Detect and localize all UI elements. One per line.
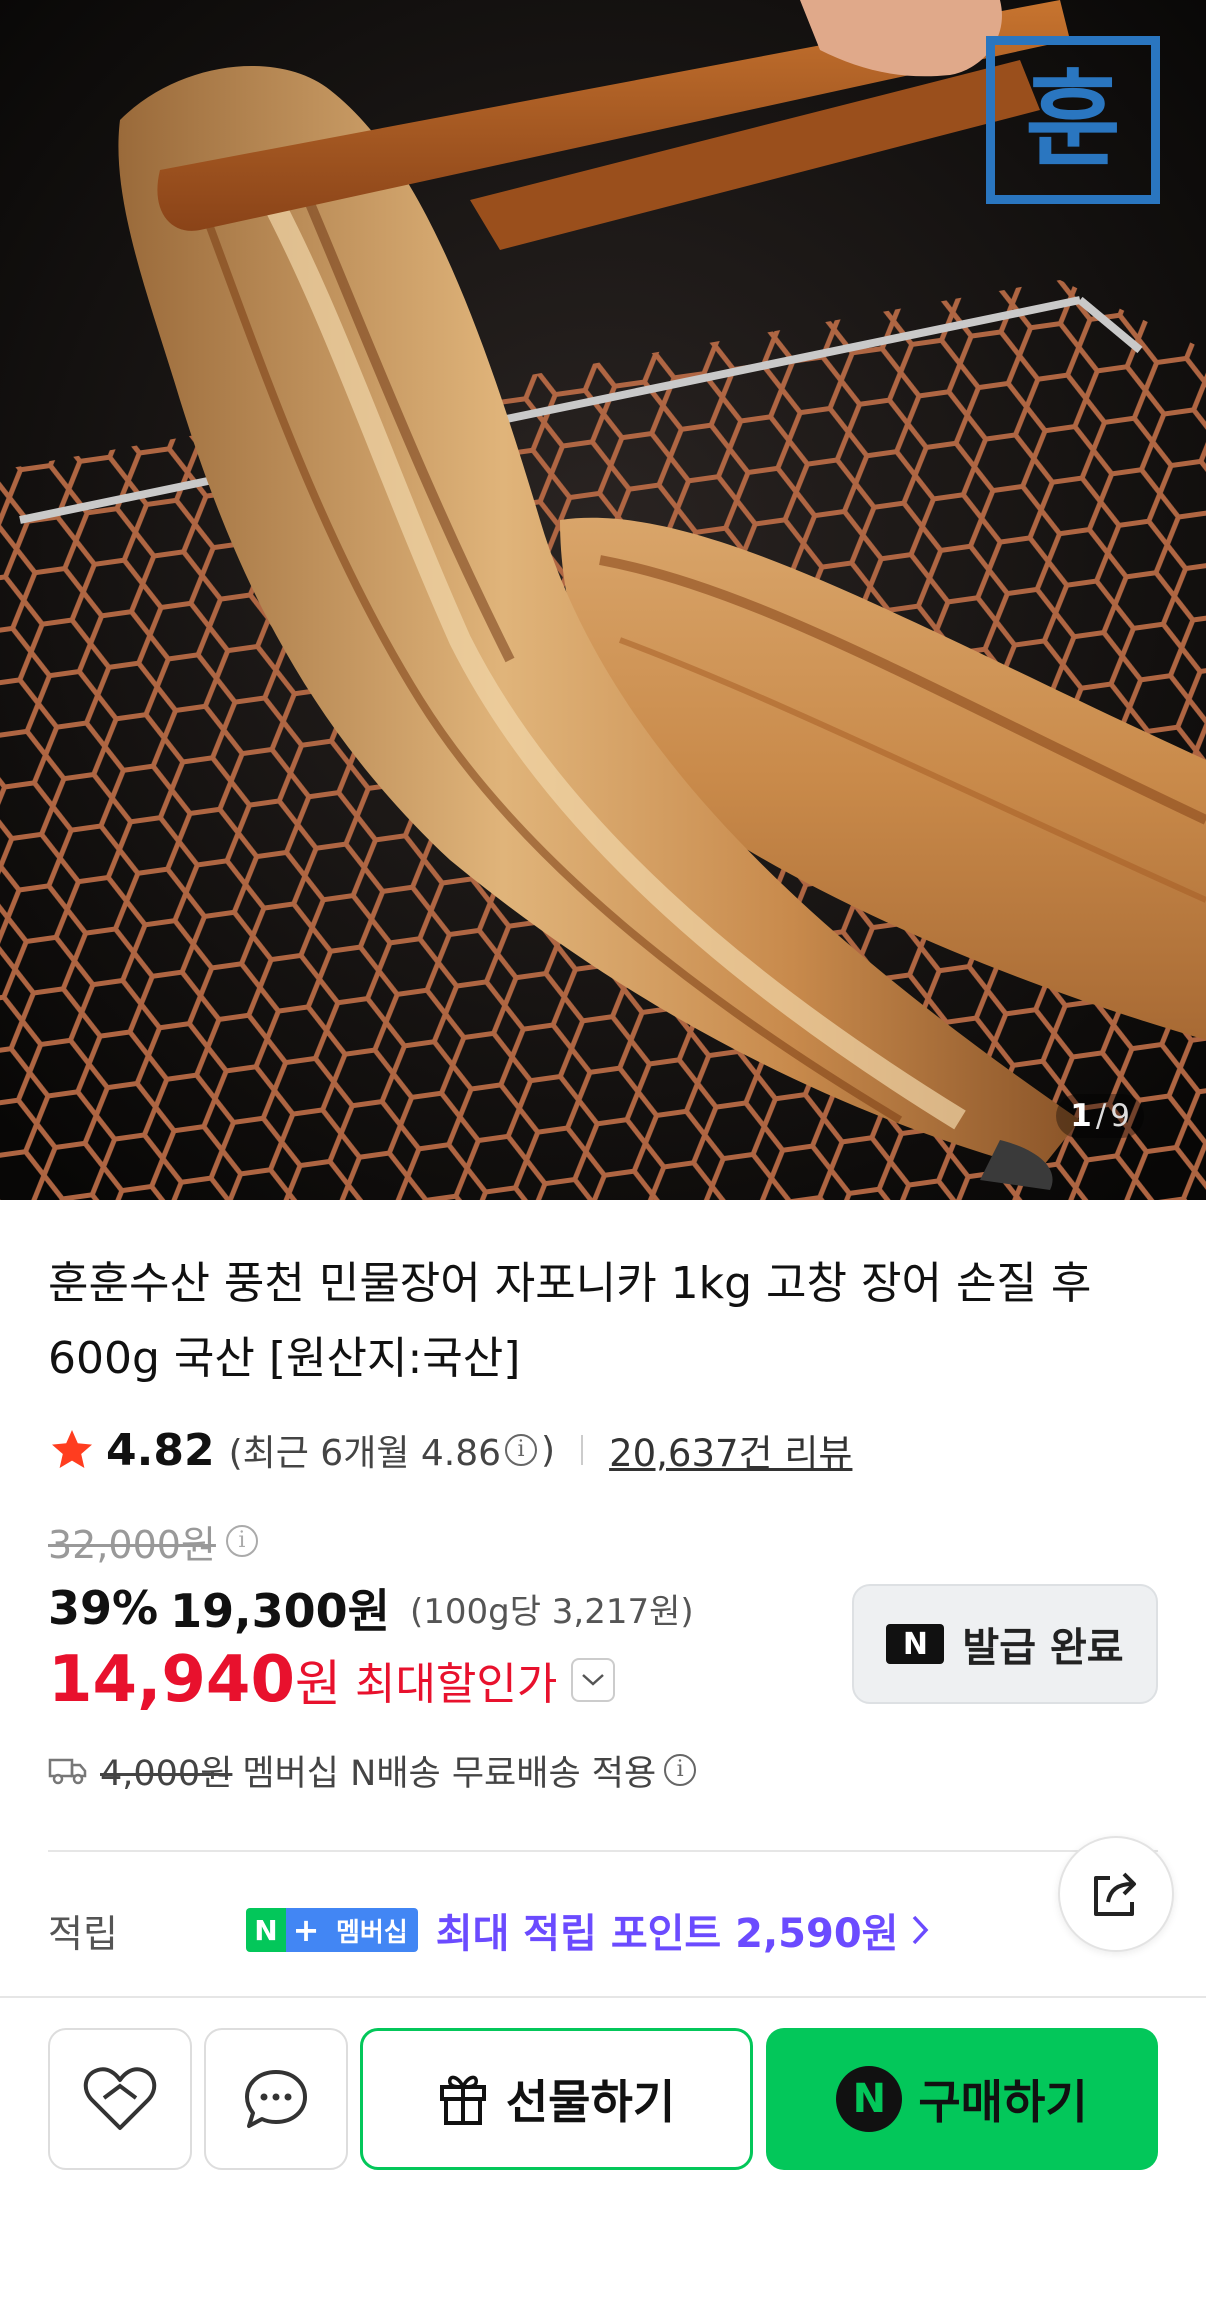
- sale-price-row: 39% 19,300원 (100g당 3,217원): [48, 1578, 694, 1638]
- gift-icon: [439, 2075, 486, 2125]
- wishlist-button[interactable]: [48, 2028, 192, 2170]
- coupon-issued-button[interactable]: N 발급 완료: [852, 1584, 1158, 1704]
- recent-rating: (최근 6개월 4.86: [228, 1433, 502, 1474]
- original-shipping-fee: 4,000원: [100, 1753, 233, 1794]
- rating-row: 4.82 (최근 6개월 4.86 i ) 20,637건 리뷰: [48, 1420, 852, 1480]
- chevron-down-icon[interactable]: [571, 1658, 616, 1702]
- points-label: 적립: [48, 1911, 118, 1956]
- divider: [581, 1435, 584, 1465]
- talk-button[interactable]: [204, 2028, 348, 2170]
- reviews-link[interactable]: 20,637건 리뷰: [609, 1423, 852, 1477]
- share-icon: [1094, 1872, 1136, 1916]
- image-counter: 1 / 9: [1056, 1094, 1144, 1138]
- star-icon: [52, 1430, 92, 1468]
- unit-price: (100g당 3,217원): [409, 1591, 694, 1632]
- chat-icon: [245, 2070, 307, 2128]
- gift-label: 선물하기: [505, 2075, 676, 2129]
- image-counter-current: 1: [1070, 1098, 1092, 1134]
- image-counter-separator: /: [1095, 1098, 1107, 1134]
- membership-badge-n: N: [246, 1908, 286, 1952]
- buy-label: 구매하기: [918, 2075, 1088, 2129]
- gift-button[interactable]: 선물하기: [360, 2028, 753, 2170]
- max-discount-label: 최대할인가: [354, 1659, 558, 1710]
- original-price: 32,000원: [48, 1522, 216, 1567]
- max-points-text: 최대 적립 포인트 2,590원: [435, 1911, 899, 1957]
- original-price-row: 32,000원 i: [48, 1516, 262, 1567]
- shipping-row: 4,000원 멤버십 N배송 무료배송 적용 i: [48, 1742, 700, 1798]
- info-icon[interactable]: i: [505, 1434, 538, 1466]
- membership-badge-plus: +: [286, 1908, 326, 1952]
- brand-logo-text: 훈: [1025, 59, 1121, 181]
- max-discount-price: 14,940: [48, 1643, 295, 1717]
- chevron-right-icon: [913, 1915, 929, 1945]
- heart-icon: [83, 2067, 157, 2130]
- product-image[interactable]: 훈 1 / 9: [0, 0, 1206, 1200]
- buy-button[interactable]: N 구매하기: [766, 2028, 1158, 2170]
- section-divider: [48, 1850, 1158, 1852]
- max-discount-row[interactable]: 14,940 원 최대할인가: [48, 1640, 616, 1720]
- naver-pay-icon: N: [836, 2066, 903, 2132]
- product-title: 훈훈수산 풍천 민물장어 자포니카 1kg 고창 장어 손질 후 600g 국산…: [48, 1258, 1092, 1384]
- brand-logo: 훈: [986, 36, 1160, 204]
- membership-badge: N + 멤버십: [246, 1908, 418, 1952]
- points-row[interactable]: 적립 N + 멤버십 최대 적립 포인트 2,590원: [48, 1900, 1048, 1960]
- shipping-info-icon[interactable]: i: [664, 1754, 697, 1786]
- price-info-icon[interactable]: i: [225, 1525, 258, 1557]
- share-button[interactable]: [1058, 1836, 1174, 1952]
- discount-percent: 39%: [48, 1581, 159, 1635]
- membership-badge-text: 멤버십: [326, 1908, 418, 1952]
- naver-n-icon: N: [886, 1624, 945, 1664]
- rating-value: 4.82: [106, 1424, 215, 1476]
- image-counter-total: 9: [1110, 1098, 1130, 1134]
- sale-price: 19,300원: [170, 1584, 390, 1638]
- bottom-action-bar: 선물하기 N 구매하기: [0, 1996, 1206, 2306]
- truck-icon: [48, 1758, 87, 1785]
- coupon-label: 발급 완료: [962, 1625, 1124, 1671]
- recent-rating-close: ): [541, 1429, 556, 1471]
- shipping-text: 멤버십 N배송 무료배송 적용: [242, 1753, 657, 1794]
- max-discount-unit: 원: [294, 1655, 341, 1713]
